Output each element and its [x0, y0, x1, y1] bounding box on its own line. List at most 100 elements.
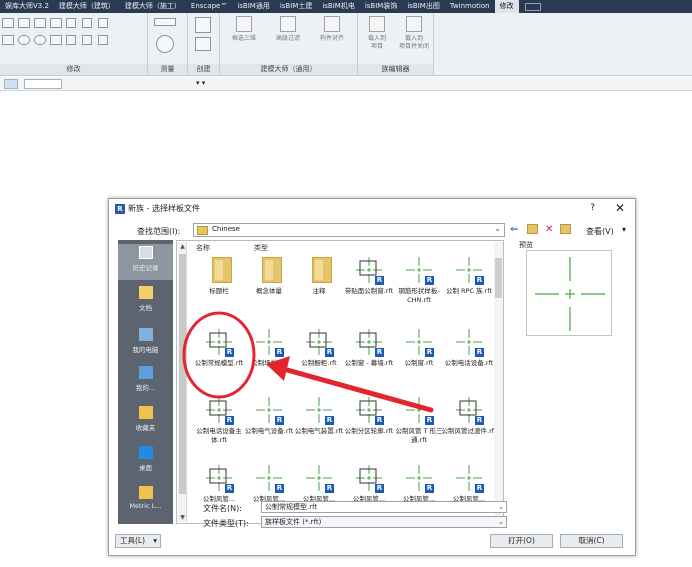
place-documents[interactable]: 文档	[118, 286, 173, 312]
template-file-item[interactable]: R 公制分区轮廓.rft	[341, 395, 397, 436]
box-select-3d-button[interactable]: 框选三维	[222, 16, 266, 43]
load-and-close-button[interactable]: 载入到 项目并关闭	[394, 16, 434, 51]
modify-tool-icon[interactable]	[18, 18, 30, 28]
chevron-down-icon[interactable]: ⌄	[498, 517, 504, 527]
properties-dropdown[interactable]	[24, 79, 62, 89]
delete-icon[interactable]: ✕	[545, 223, 553, 237]
template-file-item[interactable]: R 公制风管 T 形三通.rft	[391, 395, 447, 445]
modify-tool-icon[interactable]	[2, 35, 14, 45]
template-file-item[interactable]: R 公制电话设备主体.rft	[191, 395, 247, 445]
place-my-computer[interactable]: 我的电脑	[118, 328, 173, 354]
template-file-item[interactable]: R 公制 RPC 族.rft	[441, 255, 497, 296]
folder-item[interactable]: 概念体量	[241, 255, 297, 296]
template-file-item[interactable]: R 公制电话设备.rft	[441, 327, 497, 368]
delete-icon[interactable]	[98, 35, 108, 45]
template-file-item[interactable]: R 公制风管...	[291, 463, 347, 504]
ribbon-tab[interactable]: Enscape™	[186, 0, 232, 13]
ribbon-tab[interactable]: 娱库大师V3.2	[0, 0, 54, 13]
template-file-item[interactable]: R 公制风管...	[391, 463, 447, 504]
create-icon[interactable]	[195, 37, 211, 51]
look-in-dropdown[interactable]: Chinese ⌄	[193, 223, 505, 237]
modify-tool-icon[interactable]	[82, 18, 92, 28]
up-folder-icon[interactable]	[527, 224, 538, 234]
template-file-item[interactable]: R 公制风管...	[441, 463, 497, 504]
file-type-select[interactable]: 族样板文件 (*.rft) ⌄	[261, 516, 507, 528]
close-button[interactable]: ✕	[615, 201, 625, 215]
template-file-item[interactable]: R 公制电气设备.rft	[241, 395, 297, 436]
template-file-item[interactable]: R 公制窗 - 幕墙.rft	[341, 327, 397, 368]
modify-tool-icon[interactable]	[82, 35, 92, 45]
back-icon[interactable]: ⇐	[510, 223, 518, 237]
ribbon-tab[interactable]: 修改	[494, 0, 519, 13]
cancel-button[interactable]: 取消(C)	[560, 534, 623, 548]
view-menu[interactable]: 查看(V)	[586, 226, 614, 237]
ribbon-tab[interactable]: isBIM土建	[275, 0, 318, 13]
dimension-icon[interactable]	[156, 35, 174, 53]
ribbon-tab[interactable]: 建模大师（建筑）	[54, 0, 120, 13]
modify-tool-icon[interactable]	[34, 18, 46, 28]
ribbon-tab[interactable]: isBIM通用	[232, 0, 275, 13]
scroll-thumb[interactable]	[495, 258, 502, 298]
family-template-icon: R	[254, 463, 284, 493]
family-template-icon: R	[404, 255, 434, 285]
align-button[interactable]: 构件对齐	[310, 16, 354, 43]
ribbon-tab[interactable]: isBIM装饰	[360, 0, 403, 13]
favorites-icon	[138, 406, 153, 419]
rotate-icon[interactable]	[34, 35, 46, 45]
revit-badge-icon: R	[375, 484, 384, 493]
place-network[interactable]: 我的...	[118, 366, 173, 392]
scroll-up-icon[interactable]: ▲	[178, 242, 187, 251]
desktop-icon	[138, 446, 153, 459]
template-file-item[interactable]: R 公制常规模型.rft	[191, 327, 247, 368]
scroll-down-icon[interactable]: ▼	[178, 513, 187, 522]
modify-tool-icon[interactable]	[2, 18, 14, 28]
template-file-item[interactable]: R 公制风管...	[341, 463, 397, 504]
file-list-scrollbar[interactable]	[494, 242, 503, 522]
column-header-name[interactable]: 名称	[196, 243, 210, 253]
template-file-item[interactable]: R 公制风管过渡件.rft	[441, 395, 497, 436]
panel-create: 创建	[188, 13, 220, 75]
column-header-type[interactable]: 类型	[254, 243, 268, 253]
tools-button[interactable]: 工具(L) ▾	[115, 534, 161, 548]
chevron-down-icon[interactable]: ▾	[622, 225, 626, 234]
template-file-item[interactable]: R 公制橱柜.rft	[291, 327, 347, 368]
modify-tool-icon[interactable]	[66, 18, 76, 28]
ribbon-tab[interactable]: isBIM出图	[402, 0, 445, 13]
modify-tool-icon[interactable]	[50, 18, 62, 28]
place-metric-library[interactable]: Metric L...	[118, 486, 173, 510]
new-folder-icon[interactable]	[560, 224, 571, 234]
folder-item[interactable]: 标题栏	[191, 255, 247, 296]
load-into-project-button[interactable]: 载入到 项目	[360, 16, 394, 51]
ribbon-tab[interactable]: isBIM机电	[317, 0, 360, 13]
advanced-filter-button[interactable]: 高级过滤	[266, 16, 310, 43]
file-name-field[interactable]: 公制常规模型.rft ⌄	[261, 501, 507, 513]
template-file-item[interactable]: R 钢筋形状样板-CHN.rft	[391, 255, 447, 305]
places-scrollbar[interactable]: ▲ ▼	[178, 242, 187, 522]
template-file-item[interactable]: R 公制风管...	[191, 463, 247, 504]
template-file-item[interactable]: R 公制场地.rft	[241, 327, 297, 368]
modify-tool-icon[interactable]	[18, 35, 30, 45]
ribbon-options-icon[interactable]	[524, 2, 541, 11]
open-button[interactable]: 打开(O)	[490, 534, 553, 548]
component-icon[interactable]	[195, 17, 211, 33]
place-favorites[interactable]: 收藏夹	[118, 406, 173, 432]
place-desktop[interactable]: 桌面	[118, 446, 173, 472]
scroll-thumb[interactable]	[179, 254, 186, 494]
revit-badge-icon: R	[225, 484, 234, 493]
modify-tool-icon[interactable]	[50, 35, 62, 45]
place-history[interactable]: 历史记录	[118, 244, 173, 280]
modify-select-icon[interactable]	[4, 79, 18, 89]
modify-tool-icon[interactable]	[98, 18, 108, 28]
help-button[interactable]: ?	[590, 203, 595, 213]
chevron-down-icon[interactable]: ⌄	[498, 502, 504, 512]
template-file-item[interactable]: R 公制电气装置.rft	[291, 395, 347, 436]
template-file-item[interactable]: R 带贴面公制窗.rft	[341, 255, 397, 296]
template-file-item[interactable]: R 公制风管...	[241, 463, 297, 504]
modify-tool-icon[interactable]	[66, 35, 76, 45]
ribbon-tab[interactable]: 建模大师（施工）	[120, 0, 186, 13]
folder-item[interactable]: 注释	[291, 255, 347, 296]
ribbon-tab[interactable]: Twinmotion	[445, 0, 495, 13]
template-file-item[interactable]: R 公制窗.rft	[391, 327, 447, 368]
quick-access-chevron-icon[interactable]: ▾ ▾	[196, 79, 218, 89]
measure-icon[interactable]	[154, 18, 176, 26]
